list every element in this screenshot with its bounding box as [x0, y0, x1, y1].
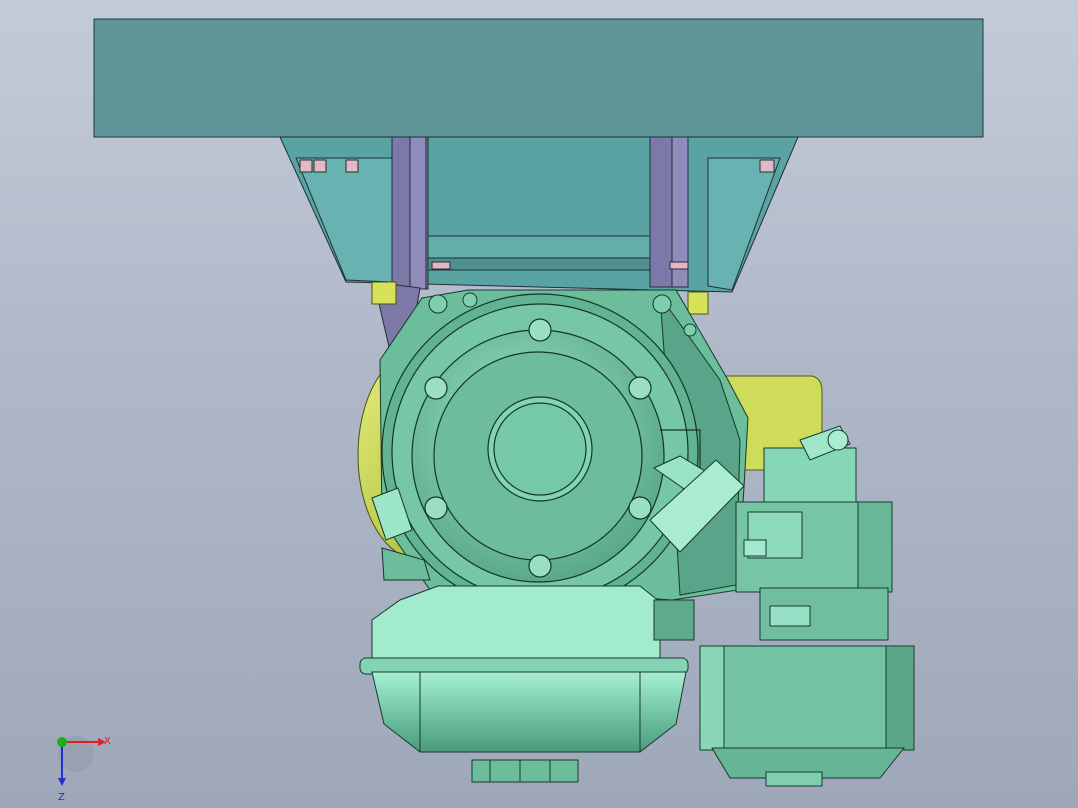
z-axis-arrowhead [58, 778, 66, 786]
x-axis-label: X [104, 736, 111, 747]
y-axis-dot [57, 737, 67, 747]
starter-cover[interactable] [381, 293, 701, 611]
z-axis-label: Z [58, 792, 65, 803]
model-canvas[interactable]: X Z [0, 0, 1078, 808]
air-filter[interactable] [699, 645, 915, 787]
coordinate-triad: X Z [57, 736, 111, 803]
mount-plate[interactable] [93, 18, 984, 138]
fuel-tank[interactable] [359, 585, 695, 783]
cad-viewport[interactable]: X Z [0, 0, 1078, 808]
